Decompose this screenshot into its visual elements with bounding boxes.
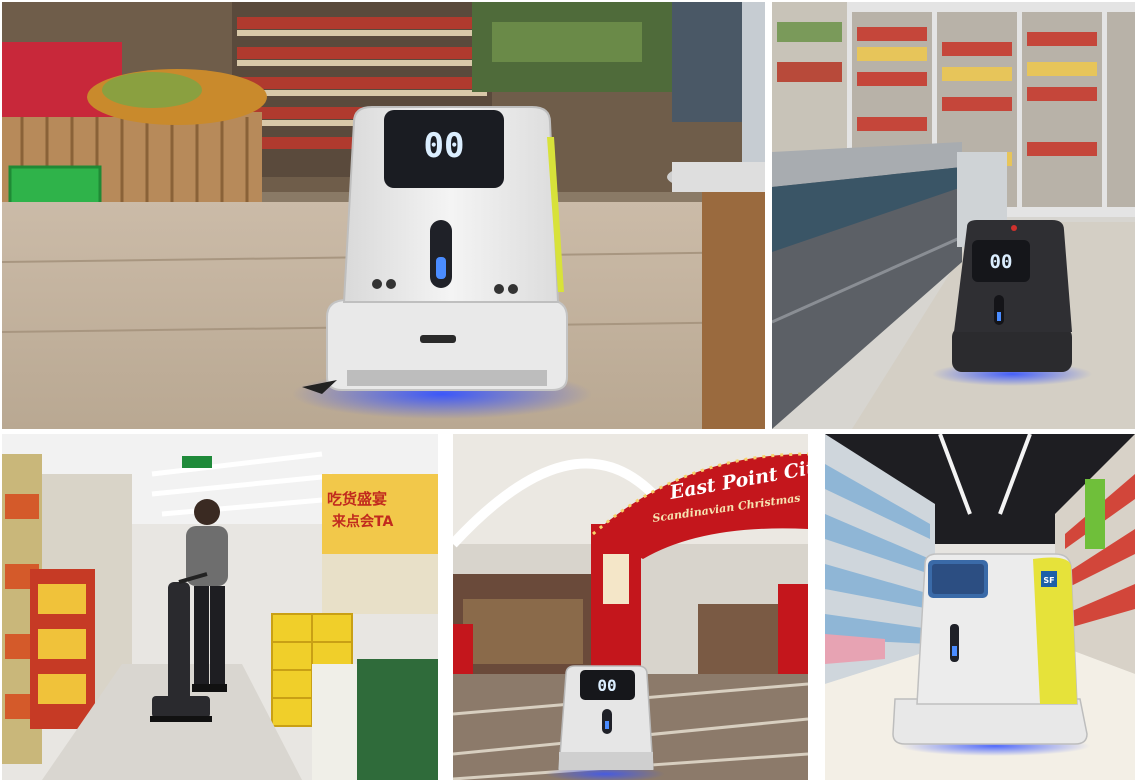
robot-badge: SF <box>1043 576 1054 585</box>
promo-sign-text: 吃货盛宴 <box>327 490 387 508</box>
robot-face-eyes: 00 <box>597 676 616 695</box>
promo-sign-text-2: 来点会TA <box>331 513 393 530</box>
robot-face-eyes: 00 <box>990 251 1013 273</box>
photo-white-robot-grocery: 00 <box>2 2 765 429</box>
robot-face-eyes: 00 <box>424 126 465 166</box>
photo-robot-christmas-arch: East Point City Scandinavian Christmas 0… <box>453 434 808 780</box>
photo-robot-drink-aisle: SF <box>825 434 1135 780</box>
photo-dark-robot-freezer: 00 <box>772 2 1135 429</box>
photo-worker-floor-scrubber: 吃货盛宴 来点会TA <box>2 434 438 780</box>
